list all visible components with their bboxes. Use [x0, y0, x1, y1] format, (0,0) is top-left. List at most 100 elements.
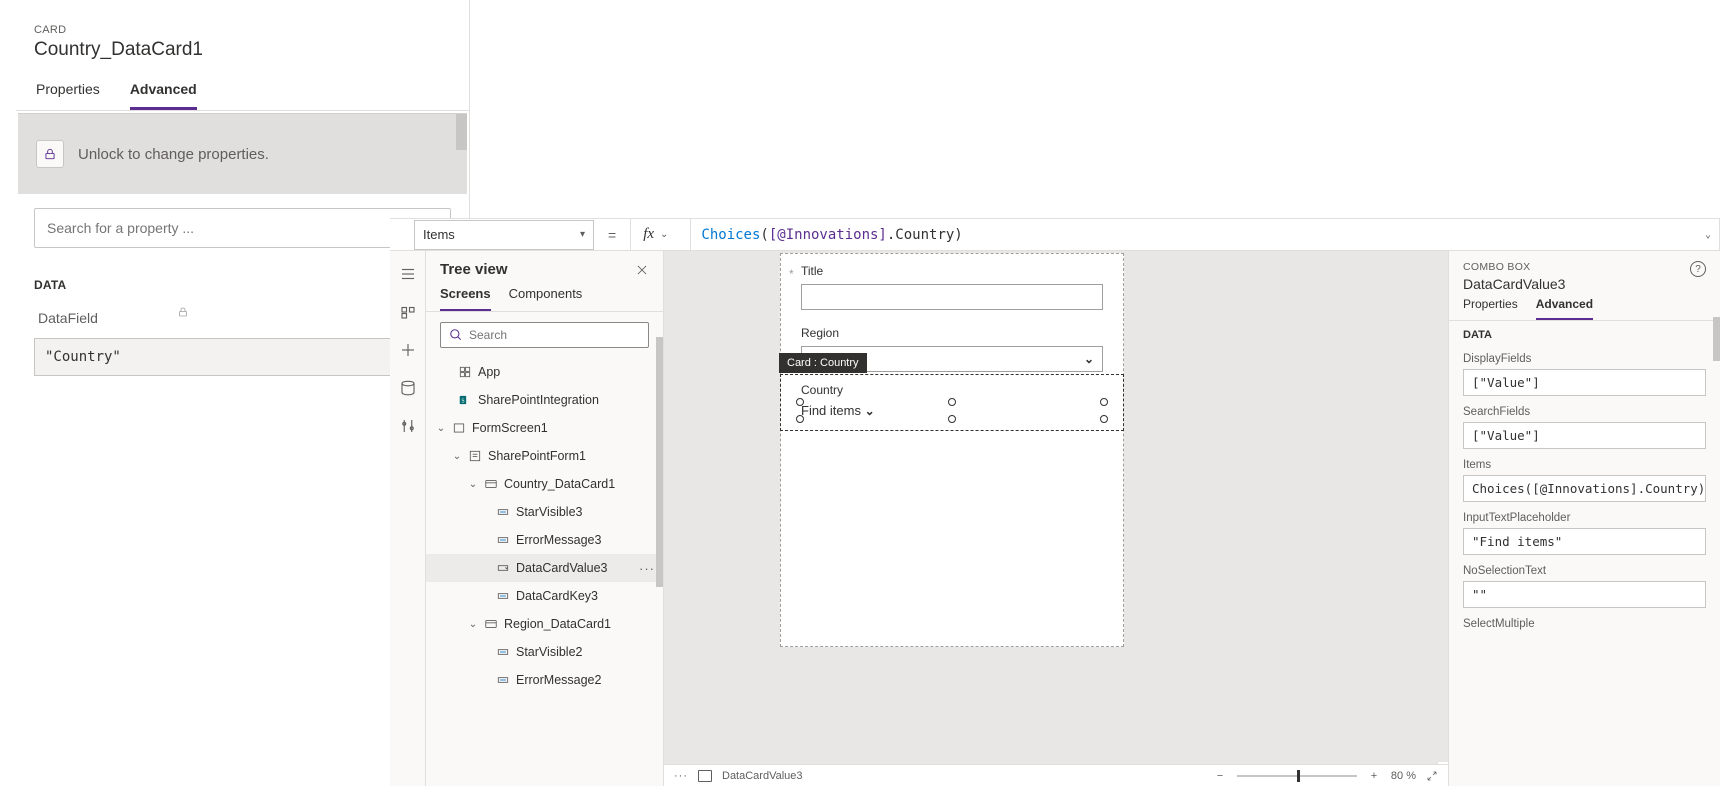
control-type-label: CARD — [16, 0, 469, 39]
tab-screens[interactable]: Screens — [440, 282, 491, 311]
title-field: * Title — [781, 254, 1123, 316]
noselectiontext-label: NoSelectionText — [1449, 555, 1720, 581]
selection-handle[interactable] — [796, 415, 804, 423]
chevron-down-icon: ⌄ — [1084, 352, 1094, 366]
zoom-value: 80 % — [1391, 770, 1416, 782]
svg-text:S: S — [461, 398, 464, 404]
displayfields-label: DisplayFields — [1449, 343, 1720, 369]
searchfields-value[interactable]: ["Value"] — [1463, 422, 1706, 449]
tree-node-sharepoint[interactable]: S SharePointIntegration — [426, 386, 663, 414]
status-bar: ··· DataCardValue3 − + 80 % — [664, 764, 1448, 786]
property-selector[interactable]: Items ▾ — [414, 220, 594, 250]
noselectiontext-value[interactable]: "" — [1463, 581, 1706, 608]
selection-handle[interactable] — [948, 415, 956, 423]
more-icon[interactable]: ··· — [639, 561, 655, 576]
country-card-selected[interactable]: Card : Country Country Find items ⌄ — [780, 374, 1124, 431]
screen-icon — [452, 421, 466, 435]
zoom-slider[interactable] — [1237, 775, 1357, 777]
selectmultiple-label: SelectMultiple — [1449, 608, 1720, 634]
search-icon — [449, 328, 463, 342]
card-icon — [484, 617, 498, 631]
title-input[interactable] — [801, 284, 1103, 310]
expand-icon[interactable] — [1426, 770, 1438, 782]
card-tabs: Properties Advanced — [16, 75, 469, 111]
searchfields-label: SearchFields — [1449, 396, 1720, 422]
fx-label: fx — [643, 226, 654, 243]
tree-list: App S SharePointIntegration ⌄ FormScreen… — [426, 354, 663, 786]
selection-handle[interactable] — [796, 398, 804, 406]
breadcrumb-icon[interactable] — [698, 770, 712, 782]
selection-handle[interactable] — [948, 398, 956, 406]
fx-button[interactable]: fx ⌄ — [630, 219, 680, 250]
tree-node-country-card[interactable]: ⌄ Country_DataCard1 — [426, 470, 663, 498]
property-selector-value: Items — [423, 227, 455, 242]
selection-handle[interactable] — [1100, 415, 1108, 423]
tree-node-formscreen[interactable]: ⌄ FormScreen1 — [426, 414, 663, 442]
property-search[interactable] — [34, 208, 451, 248]
lock-icon — [36, 140, 64, 168]
zoom-out-button[interactable]: − — [1213, 770, 1227, 782]
unlock-banner[interactable]: Unlock to change properties. — [18, 113, 467, 194]
help-icon[interactable]: ? — [1690, 261, 1706, 277]
tree-node-app[interactable]: App — [426, 358, 663, 386]
formula-bar: Items ▾ = fx ⌄ Choices([@Innovations].Co… — [390, 219, 1720, 251]
tree-node-datacardvalue3[interactable]: DataCardValue3 ··· — [426, 554, 663, 582]
property-search-input[interactable] — [47, 220, 412, 236]
items-value[interactable]: Choices([@Innovations].Country) — [1463, 475, 1706, 502]
form-icon — [468, 449, 482, 463]
tab-advanced[interactable]: Advanced — [130, 75, 197, 110]
control-name: Country_DataCard1 — [16, 39, 469, 75]
card-icon — [484, 477, 498, 491]
scrollbar-thumb[interactable] — [656, 337, 663, 587]
control-name: DataCardValue3 — [1463, 276, 1565, 292]
tree-search-input[interactable] — [469, 328, 640, 342]
tab-components[interactable]: Components — [509, 282, 583, 311]
insert-icon[interactable] — [399, 303, 417, 321]
formula-input[interactable]: Choices([@Innovations].Country) ⌄ — [690, 219, 1720, 250]
right-tabs: Properties Advanced — [1449, 294, 1720, 321]
scrollbar-thumb[interactable] — [456, 114, 467, 150]
form-card[interactable]: * Title Region ⌄ Card : Country Country … — [780, 253, 1124, 647]
app-icon — [458, 365, 472, 379]
tree-search[interactable] — [440, 322, 649, 348]
add-icon[interactable] — [399, 341, 417, 359]
tree-node-starvisible2[interactable]: StarVisible2 — [426, 638, 663, 666]
tree-node-errormessage2[interactable]: ErrorMessage2 — [426, 666, 663, 694]
tree-view-icon[interactable] — [399, 265, 417, 283]
inputtextplaceholder-value[interactable]: "Find items" — [1463, 528, 1706, 555]
design-canvas[interactable]: * Title Region ⌄ Card : Country Country … — [664, 251, 1448, 786]
chevron-down-icon[interactable]: ⌄ — [1705, 229, 1711, 240]
equals-sign: = — [604, 227, 620, 243]
tree-node-errormessage3[interactable]: ErrorMessage3 — [426, 526, 663, 554]
country-combobox[interactable]: Find items ⌄ — [801, 403, 1103, 418]
combobox-placeholder: Find items — [801, 403, 861, 418]
label-icon — [496, 533, 510, 547]
tree-node-datacardkey3[interactable]: DataCardKey3 — [426, 582, 663, 610]
tab-properties[interactable]: Properties — [36, 75, 100, 110]
breadcrumb-text[interactable]: DataCardValue3 — [722, 770, 803, 782]
tree-tabs: Screens Components — [426, 282, 663, 312]
tree-node-spform[interactable]: ⌄ SharePointForm1 — [426, 442, 663, 470]
region-label: Region — [801, 326, 1103, 340]
chevron-down-icon: ⌄ — [660, 229, 668, 240]
tab-advanced[interactable]: Advanced — [1536, 294, 1593, 320]
displayfields-value[interactable]: ["Value"] — [1463, 369, 1706, 396]
selection-handle[interactable] — [1100, 398, 1108, 406]
tree-node-starvisible3[interactable]: StarVisible3 — [426, 498, 663, 526]
title-label: Title — [801, 264, 1103, 278]
tree-node-region-card[interactable]: ⌄ Region_DataCard1 — [426, 610, 663, 638]
tools-icon[interactable] — [399, 417, 417, 435]
zoom-in-button[interactable]: + — [1367, 770, 1381, 782]
tab-properties[interactable]: Properties — [1463, 294, 1518, 320]
required-star: * — [789, 267, 794, 281]
more-icon[interactable]: ··· — [674, 770, 688, 782]
data-icon[interactable] — [399, 379, 417, 397]
scrollbar-thumb[interactable] — [1713, 317, 1720, 361]
label-icon — [496, 673, 510, 687]
selection-tooltip: Card : Country — [779, 353, 867, 373]
close-icon[interactable] — [635, 263, 649, 277]
label-icon — [496, 505, 510, 519]
data-section-header: DATA — [1449, 321, 1720, 343]
chevron-down-icon: ⌄ — [865, 404, 875, 418]
lock-icon — [177, 306, 189, 318]
